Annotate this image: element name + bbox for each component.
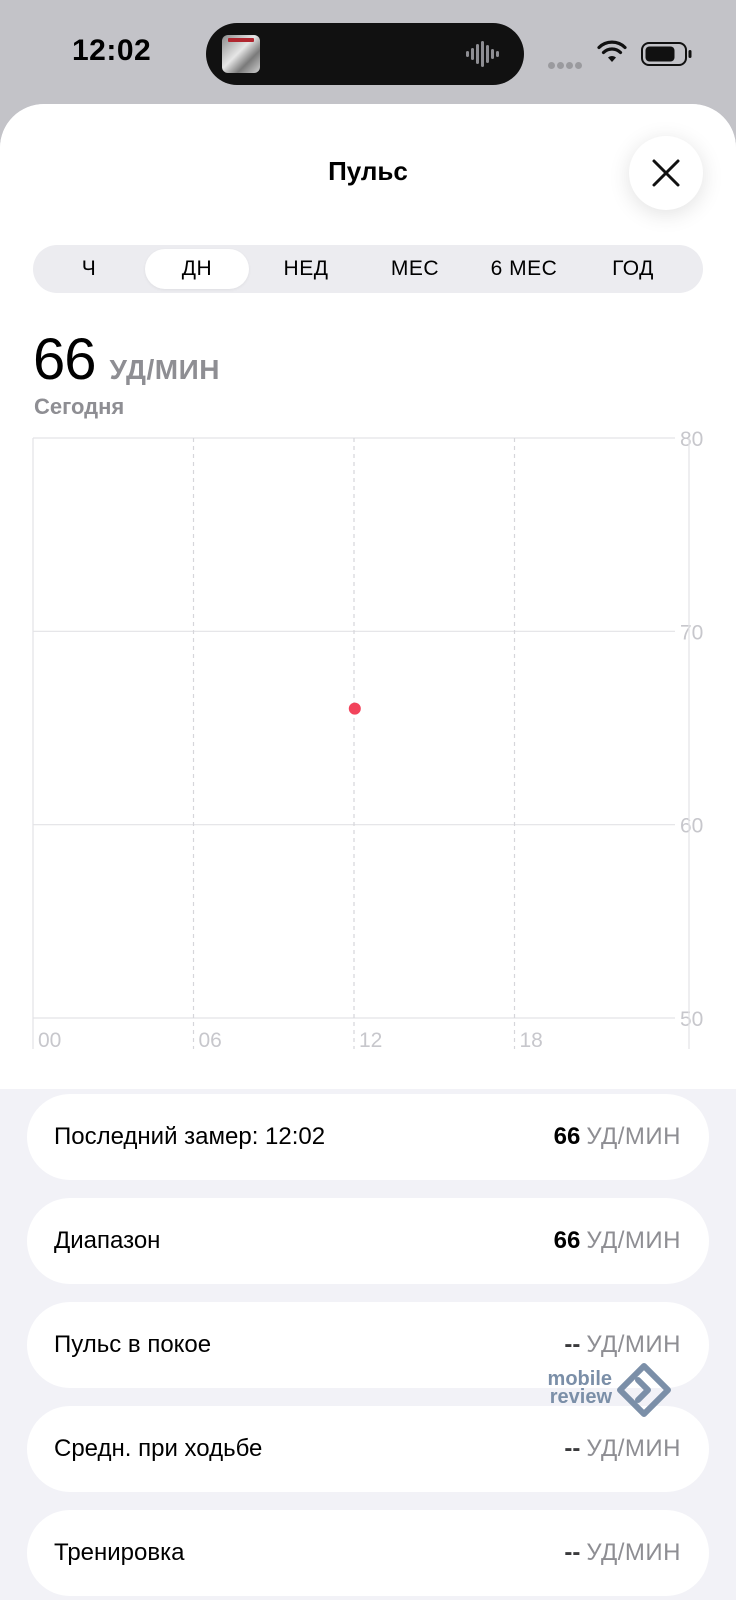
stat-unit: УД/МИН xyxy=(586,1539,681,1566)
dynamic-island[interactable] xyxy=(206,23,524,85)
heart-rate-unit: УД/МИН xyxy=(109,354,220,385)
status-time: 12:02 xyxy=(72,34,152,67)
stat-value: 66 УД/МИН xyxy=(554,1198,681,1284)
mobile-review-watermark: mobile review xyxy=(528,1363,673,1444)
battery-icon xyxy=(641,42,692,66)
period-label: Сегодня xyxy=(34,394,125,419)
stat-unit: УД/МИН xyxy=(586,1123,681,1150)
period-segmented-control: Ч ДН НЕД МЕС 6 МЕС ГОД xyxy=(33,245,703,293)
segment-week[interactable]: НЕД xyxy=(254,249,358,289)
heart-rate-chart[interactable]: 80 70 60 50 00 06 12 18 xyxy=(0,429,736,1059)
audio-waveform-icon xyxy=(466,41,499,67)
x-tick-label: 00 xyxy=(38,1029,61,1052)
stat-number: 66 xyxy=(553,1123,581,1150)
segment-month[interactable]: МЕС xyxy=(363,249,467,289)
stat-row-workout[interactable]: Тренировка -- УД/МИН xyxy=(27,1510,709,1596)
sheet-header-area: Пульс Ч ДН НЕД МЕС 6 МЕС ГОД 66 УД/МИН С… xyxy=(0,104,736,1089)
y-tick-label: 70 xyxy=(680,621,703,644)
stat-number: 66 xyxy=(553,1227,581,1254)
y-tick-label: 50 xyxy=(680,1008,703,1031)
stat-label: Пульс в покое xyxy=(54,1331,212,1358)
watermark-line2: review xyxy=(549,1386,612,1408)
x-tick-label: 06 xyxy=(199,1029,222,1052)
stat-label: Средн. при ходьбе xyxy=(54,1435,263,1462)
stat-number: -- xyxy=(564,1331,581,1358)
heart-rate-value: 66 xyxy=(33,327,97,392)
stat-value: -- УД/МИН xyxy=(564,1510,681,1596)
stat-value: 66 УД/МИН xyxy=(554,1094,681,1180)
stat-unit: УД/МИН xyxy=(586,1331,681,1358)
stat-unit: УД/МИН xyxy=(586,1227,681,1254)
segment-6-months[interactable]: 6 МЕС xyxy=(472,249,576,289)
close-button[interactable] xyxy=(629,136,703,210)
stat-label: Последний замер: 12:02 xyxy=(54,1123,326,1150)
stat-number: -- xyxy=(564,1539,581,1566)
mobile-review-logo-icon xyxy=(617,1363,671,1417)
stat-label: Диапазон xyxy=(54,1227,161,1254)
stat-label: Тренировка xyxy=(54,1539,185,1566)
y-tick-label: 60 xyxy=(680,815,703,838)
cellular-signal-icon xyxy=(548,56,588,69)
segment-hour[interactable]: Ч xyxy=(37,249,141,289)
segment-year[interactable]: ГОД xyxy=(581,249,685,289)
watermark-text: mobile review xyxy=(528,1369,612,1408)
wifi-icon xyxy=(597,40,627,62)
status-bar: 12:02 xyxy=(0,0,736,104)
close-icon xyxy=(652,159,680,187)
segment-day[interactable]: ДН xyxy=(145,249,249,289)
stat-row-range[interactable]: Диапазон 66 УД/МИН xyxy=(27,1198,709,1284)
current-heart-rate: 66 УД/МИН xyxy=(33,326,220,393)
x-tick-label: 12 xyxy=(359,1029,382,1052)
y-tick-label: 80 xyxy=(680,429,703,451)
stat-row-last-measurement[interactable]: Последний замер: 12:02 66 УД/МИН xyxy=(27,1094,709,1180)
heart-rate-point xyxy=(348,702,361,715)
x-tick-label: 18 xyxy=(520,1029,543,1052)
now-playing-cover[interactable] xyxy=(222,35,260,73)
sheet-title: Пульс xyxy=(328,156,408,186)
